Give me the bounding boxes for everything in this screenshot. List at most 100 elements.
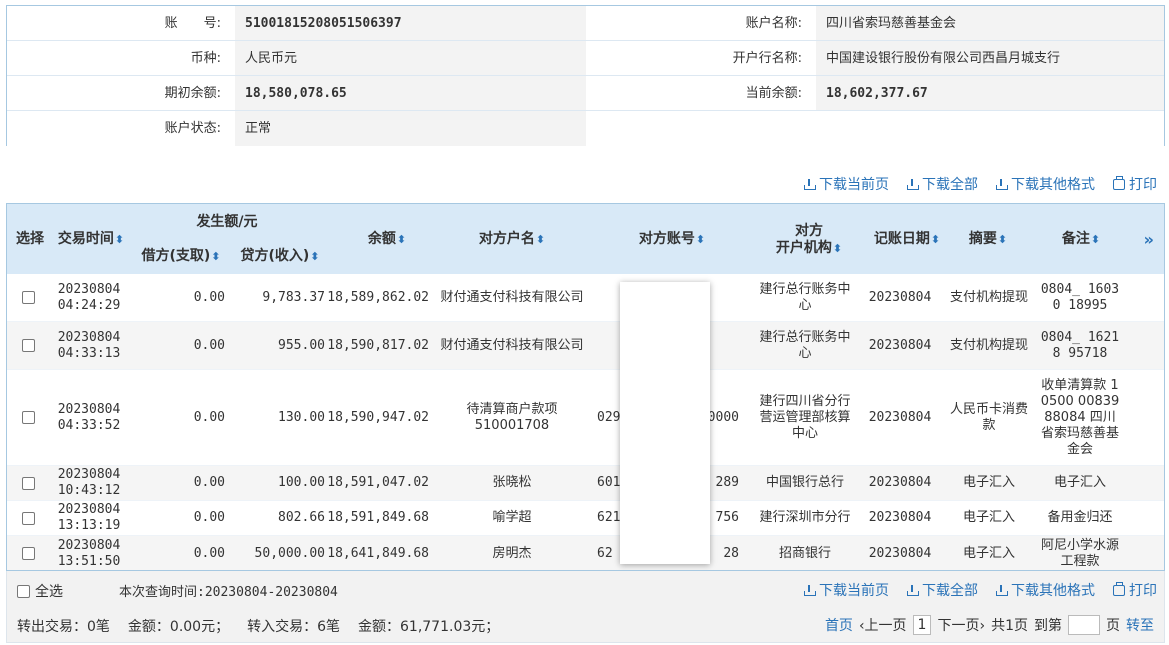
- col-counterparty-bank[interactable]: 对方 开户机构⬍: [759, 223, 859, 257]
- sort-icon: ⬍: [695, 233, 706, 246]
- row-time-text: 10:43:12: [57, 483, 121, 498]
- row-date-text: 20230804: [57, 467, 121, 482]
- current-balance-label: 当前余额:: [586, 76, 816, 110]
- opening-balance-label: 期初余额:: [7, 76, 235, 110]
- table-row[interactable]: 20230804 13:51:50 0.00 50,000.00 18,641,8…: [7, 536, 1164, 570]
- col-counterparty-account[interactable]: 对方账号⬍: [617, 231, 727, 248]
- account-row-4: 账户状态: 正常: [7, 111, 1164, 146]
- table-row[interactable]: 20230804 04:24:29 0.00 9,783.37 18,589,86…: [7, 274, 1164, 322]
- row-checkbox[interactable]: [22, 291, 35, 304]
- account-status-value: 正常: [235, 111, 586, 146]
- first-page-link[interactable]: 首页: [825, 615, 853, 635]
- row-time-text: 13:13:19: [57, 518, 121, 533]
- download-all-link[interactable]: 下载全部: [907, 174, 978, 194]
- row-checkbox[interactable]: [22, 477, 35, 490]
- next-page-link[interactable]: 下一页›: [937, 615, 985, 635]
- sort-icon: ⬍: [211, 250, 221, 263]
- col-debit[interactable]: 借方(支取)⬍: [135, 248, 227, 265]
- select-all-checkbox[interactable]: [17, 584, 30, 598]
- currency-value: 人民币元: [235, 41, 586, 75]
- row-date-text: 20230804: [57, 401, 121, 417]
- prev-page-link[interactable]: ‹上一页: [859, 615, 907, 635]
- account-status-label: 账户状态:: [7, 111, 235, 146]
- col-balance-label: 余额: [367, 231, 396, 247]
- col-time[interactable]: 交易时间⬍: [51, 231, 131, 248]
- download-all-label: 下载全部: [922, 583, 978, 599]
- goto-button[interactable]: 转至: [1126, 615, 1154, 635]
- row-debit: 0.00: [193, 475, 225, 490]
- row-checkbox[interactable]: [22, 512, 35, 525]
- transaction-table: 选择 交易时间⬍ 发生额/元 借方(支取)⬍ 贷方(收入)⬍ 余额⬍ 对方户名⬍…: [6, 203, 1165, 571]
- print-link[interactable]: 打印: [1113, 174, 1157, 194]
- account-name-value: 四川省索玛慈善基金会: [816, 6, 1164, 40]
- row-acct-right: 756: [715, 510, 739, 525]
- account-number-value: 51001815208051506397: [235, 6, 586, 40]
- empty-value: [816, 111, 1164, 146]
- out-amount: 金额：0.00元；: [127, 619, 230, 635]
- col-credit[interactable]: 贷方(收入)⬍: [233, 248, 327, 265]
- row-balance: 18,591,849.68: [327, 510, 429, 525]
- download-other-format-label: 下载其他格式: [1011, 177, 1095, 193]
- row-counterparty-name: 财付通支付科技有限公司: [440, 337, 584, 353]
- col-summary[interactable]: 摘要⬍: [963, 231, 1013, 248]
- download-all-link[interactable]: 下载全部: [907, 580, 978, 600]
- row-summary: 人民币卡消费款: [949, 401, 1028, 433]
- row-acct-left: 601: [597, 475, 621, 490]
- col-time-label: 交易时间: [57, 231, 114, 247]
- col-counterparty-name[interactable]: 对方户名⬍: [457, 231, 567, 248]
- current-page[interactable]: 1: [912, 615, 932, 635]
- table-row[interactable]: 20230804 13:13:19 0.00 802.66 18,591,849.…: [7, 501, 1164, 536]
- col-post-date-label: 记账日期: [873, 231, 930, 247]
- col-counterparty-bank-label-2: 开户机构: [775, 240, 832, 256]
- goto-label: 到第: [1034, 618, 1062, 634]
- pagination: 首页 ‹上一页 1 下一页› 共1页 到第 页 转至: [825, 615, 1154, 635]
- col-balance[interactable]: 余额⬍: [347, 231, 427, 248]
- row-time-text: 04:24:29: [57, 297, 121, 313]
- col-amount-group: 发生额/元: [196, 214, 258, 230]
- row-remark: 电子汇入: [1053, 475, 1106, 490]
- account-row-1: 账 号: 51001815208051506397 账户名称: 四川省索玛慈善基…: [7, 6, 1164, 41]
- row-checkbox[interactable]: [22, 547, 35, 560]
- col-counterparty-name-label: 对方户名: [478, 231, 535, 247]
- col-counterparty-bank-label-1: 对方: [795, 223, 823, 239]
- row-time-text: 04:33:13: [57, 345, 121, 361]
- sort-icon: ⬍: [535, 233, 546, 246]
- col-post-date[interactable]: 记账日期⬍: [867, 231, 947, 248]
- row-remark: 收单清算款 10500 00839 88084 四川省索玛慈善基金会: [1040, 377, 1120, 457]
- row-date-text: 20230804: [57, 329, 121, 345]
- row-remark: 0804_ 16030 18995: [1040, 281, 1120, 313]
- row-counterparty-bank: 建行四川省分行营运管理部核算中心: [759, 393, 851, 441]
- print-link[interactable]: 打印: [1113, 580, 1157, 600]
- query-range: 本次查询时间:20230804-20230804: [119, 585, 338, 600]
- sort-icon: ⬍: [930, 233, 941, 246]
- download-icon: [996, 584, 1008, 596]
- account-number-label: 账 号:: [7, 6, 235, 40]
- row-counterparty-name: 房明杰: [492, 545, 532, 561]
- table-row[interactable]: 20230804 10:43:12 0.00 100.00 18,591,047.…: [7, 466, 1164, 501]
- col-debit-label: 借方(支取): [141, 248, 211, 264]
- download-current-page-link[interactable]: 下载当前页: [804, 580, 889, 600]
- download-current-page-label: 下载当前页: [819, 177, 889, 193]
- download-other-format-link[interactable]: 下载其他格式: [996, 174, 1095, 194]
- row-date-text: 20230804: [57, 537, 121, 553]
- row-balance: 18,589,862.02: [327, 289, 429, 305]
- row-credit: 130.00: [278, 409, 325, 425]
- download-all-label: 下载全部: [922, 177, 978, 193]
- goto-page-input[interactable]: [1068, 615, 1100, 635]
- row-remark: 0804_ 16218 95718: [1040, 329, 1120, 361]
- select-all[interactable]: 全选: [17, 581, 63, 601]
- col-remark[interactable]: 备注⬍: [1053, 231, 1109, 248]
- row-post-date: 20230804: [868, 545, 932, 561]
- more-columns-icon[interactable]: »: [1144, 230, 1154, 249]
- row-checkbox[interactable]: [22, 339, 35, 352]
- table-row[interactable]: 20230804 04:33:52 0.00 130.00 18,590,947.…: [7, 370, 1164, 466]
- bank-name-value: 中国建设银行股份有限公司西昌月城支行: [816, 41, 1164, 75]
- row-checkbox[interactable]: [22, 411, 35, 424]
- table-row[interactable]: 20230804 04:33:13 0.00 955.00 18,590,817.…: [7, 322, 1164, 370]
- row-post-date: 20230804: [868, 337, 932, 353]
- download-other-format-link[interactable]: 下载其他格式: [996, 580, 1095, 600]
- row-debit: 0.00: [193, 289, 225, 305]
- col-summary-label: 摘要: [968, 231, 997, 247]
- download-current-page-link[interactable]: 下载当前页: [804, 174, 889, 194]
- row-post-date: 20230804: [868, 409, 932, 425]
